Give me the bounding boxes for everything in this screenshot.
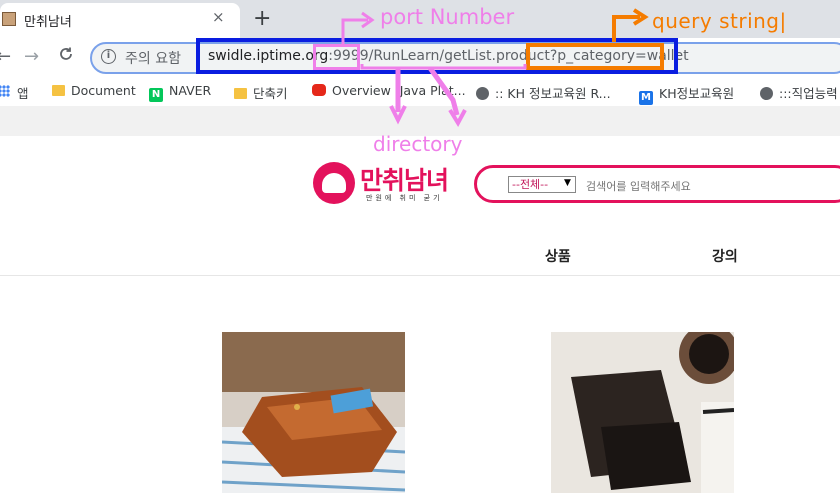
annotation-arrows [341, 8, 649, 128]
port-annotation-label: port Number [380, 5, 515, 29]
directory-bracket [360, 64, 527, 70]
query-annotation-label: query string| [652, 9, 787, 33]
directory-arrow [395, 66, 460, 116]
directory-annotation-label: directory [373, 132, 463, 156]
